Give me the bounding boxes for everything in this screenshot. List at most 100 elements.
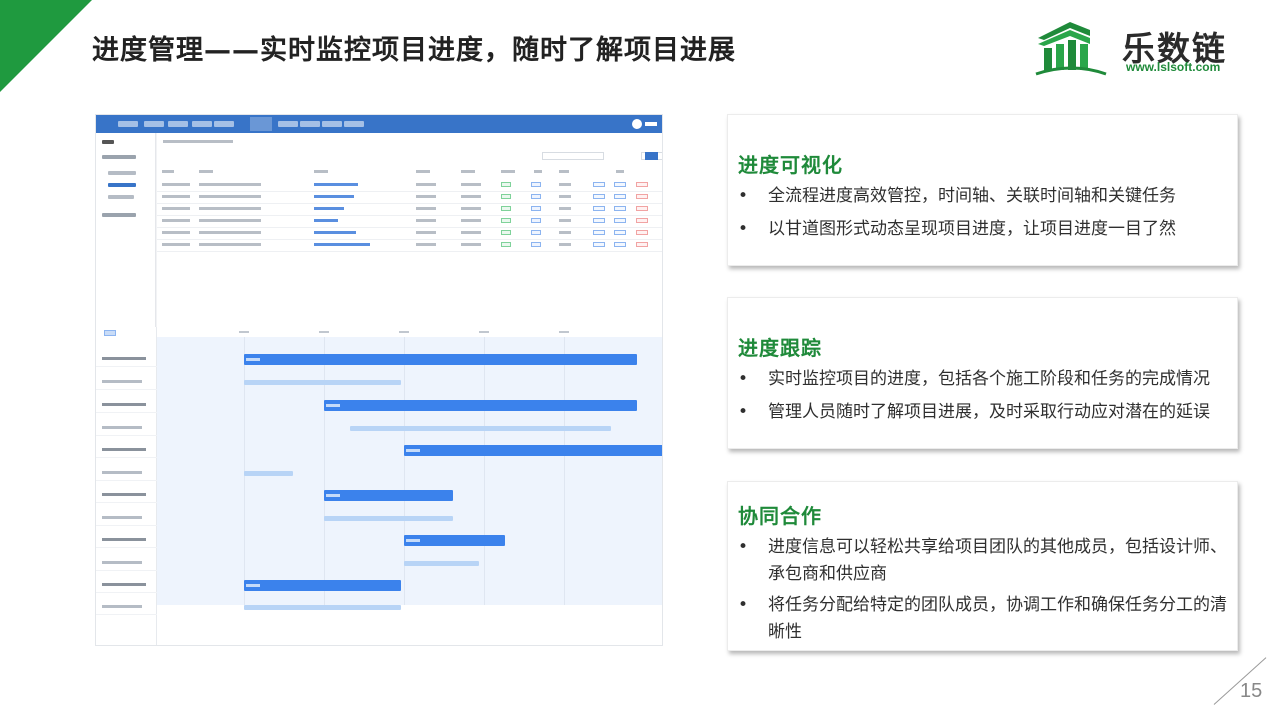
table-cell — [461, 231, 481, 234]
percent-tag — [531, 230, 541, 235]
table-cell — [199, 219, 261, 222]
gantt-date-tick — [319, 331, 329, 333]
table-cell — [162, 195, 190, 198]
gantt-baseline-bar — [244, 605, 401, 610]
table-cell — [559, 219, 571, 222]
gantt-tab — [104, 330, 116, 336]
gantt-date-tick — [479, 331, 489, 333]
gantt-task-label — [102, 357, 146, 360]
percent-tag — [531, 194, 541, 199]
gantt-task-label — [102, 471, 142, 474]
bullet-dot: • — [738, 595, 749, 615]
user-name — [645, 122, 657, 126]
table-row-divider — [157, 191, 662, 192]
status-tag — [501, 194, 511, 199]
table-cell — [461, 183, 481, 186]
app-sidebar — [96, 133, 156, 327]
nav-item — [278, 121, 298, 127]
gantt-baseline-bar — [324, 516, 453, 521]
bullet-dot: • — [738, 186, 749, 206]
card-collaboration: 协同合作 • 进度信息可以轻松共享给项目团队的其他成员，包括设计师、承包商和供应… — [727, 481, 1238, 651]
bullet-dot: • — [738, 402, 749, 422]
bullet-dot: • — [738, 369, 749, 389]
table-cell-link — [314, 195, 354, 198]
table-cell-link — [314, 243, 370, 246]
table-cell — [199, 231, 261, 234]
logo-building-icon — [1035, 22, 1107, 76]
table-cell-link — [314, 231, 356, 234]
card-progress-visualization: 进度可视化 • 全流程进度高效管控，时间轴、关联时间轴和关键任务 • 以甘道图形… — [727, 114, 1238, 266]
row-action-button — [614, 242, 626, 247]
gantt-task-bar — [244, 354, 637, 365]
gantt-baseline-bar — [350, 426, 611, 431]
nav-item — [300, 121, 320, 127]
row-delete-button — [636, 194, 648, 199]
table-cell-link — [314, 219, 338, 222]
gantt-baseline-bar — [404, 561, 479, 566]
logo-url: www.lslsoft.com — [1126, 60, 1221, 74]
table-cell — [162, 183, 190, 186]
gantt-row-divider — [96, 592, 157, 593]
row-action-button — [614, 194, 626, 199]
row-action-button — [614, 182, 626, 187]
search-input — [542, 152, 604, 160]
row-action-button — [593, 218, 605, 223]
gantt-gridline — [484, 337, 485, 605]
table-cell — [199, 207, 261, 210]
table-cell — [199, 195, 261, 198]
table-cell — [559, 183, 571, 186]
table-cell — [416, 195, 436, 198]
gantt-bar-label — [406, 449, 420, 452]
table-cell — [559, 243, 571, 246]
user-avatar-icon — [632, 119, 642, 129]
table-cell — [162, 231, 190, 234]
table-cell — [162, 207, 190, 210]
gantt-task-label — [102, 538, 146, 541]
gantt-row-divider — [96, 570, 157, 571]
gantt-row-divider — [96, 547, 157, 548]
status-tag — [501, 206, 511, 211]
status-tag — [501, 230, 511, 235]
table-row-divider — [157, 251, 662, 252]
nav-item — [322, 121, 342, 127]
table-row-divider — [157, 215, 662, 216]
gantt-task-label — [102, 380, 142, 383]
gantt-row-divider — [96, 389, 157, 390]
table-cell — [559, 207, 571, 210]
row-delete-button — [636, 218, 648, 223]
sidebar-item-active — [108, 183, 136, 187]
row-action-button — [614, 206, 626, 211]
corner-accent-triangle — [0, 0, 92, 92]
sidebar-title — [102, 140, 114, 144]
table-row-divider — [157, 239, 662, 240]
table-cell — [461, 243, 481, 246]
row-delete-button — [636, 230, 648, 235]
row-action-button — [593, 182, 605, 187]
table-cell — [559, 195, 571, 198]
gantt-task-label — [102, 605, 142, 608]
gantt-row-divider — [96, 366, 157, 367]
percent-tag — [531, 182, 541, 187]
row-delete-button — [636, 206, 648, 211]
nav-item — [192, 121, 212, 127]
gantt-date-tick — [559, 331, 569, 333]
table-cell — [461, 195, 481, 198]
gantt-gridline — [564, 337, 565, 605]
table-cell — [559, 231, 571, 234]
table-cell-link — [314, 207, 344, 210]
table-row-divider — [157, 203, 662, 204]
schedule-app-screenshot — [95, 114, 663, 646]
status-tag — [501, 218, 511, 223]
percent-tag — [531, 206, 541, 211]
gantt-bar-label — [326, 404, 340, 407]
gantt-task-label — [102, 561, 142, 564]
gantt-task-bar — [324, 490, 453, 501]
gantt-task-label — [102, 583, 146, 586]
nav-item — [144, 121, 164, 127]
table-cell — [199, 183, 261, 186]
gantt-task-bar — [404, 445, 662, 456]
gantt-task-label — [102, 493, 146, 496]
search-button — [645, 152, 658, 160]
gantt-task-label — [102, 448, 146, 451]
row-delete-button — [636, 182, 648, 187]
